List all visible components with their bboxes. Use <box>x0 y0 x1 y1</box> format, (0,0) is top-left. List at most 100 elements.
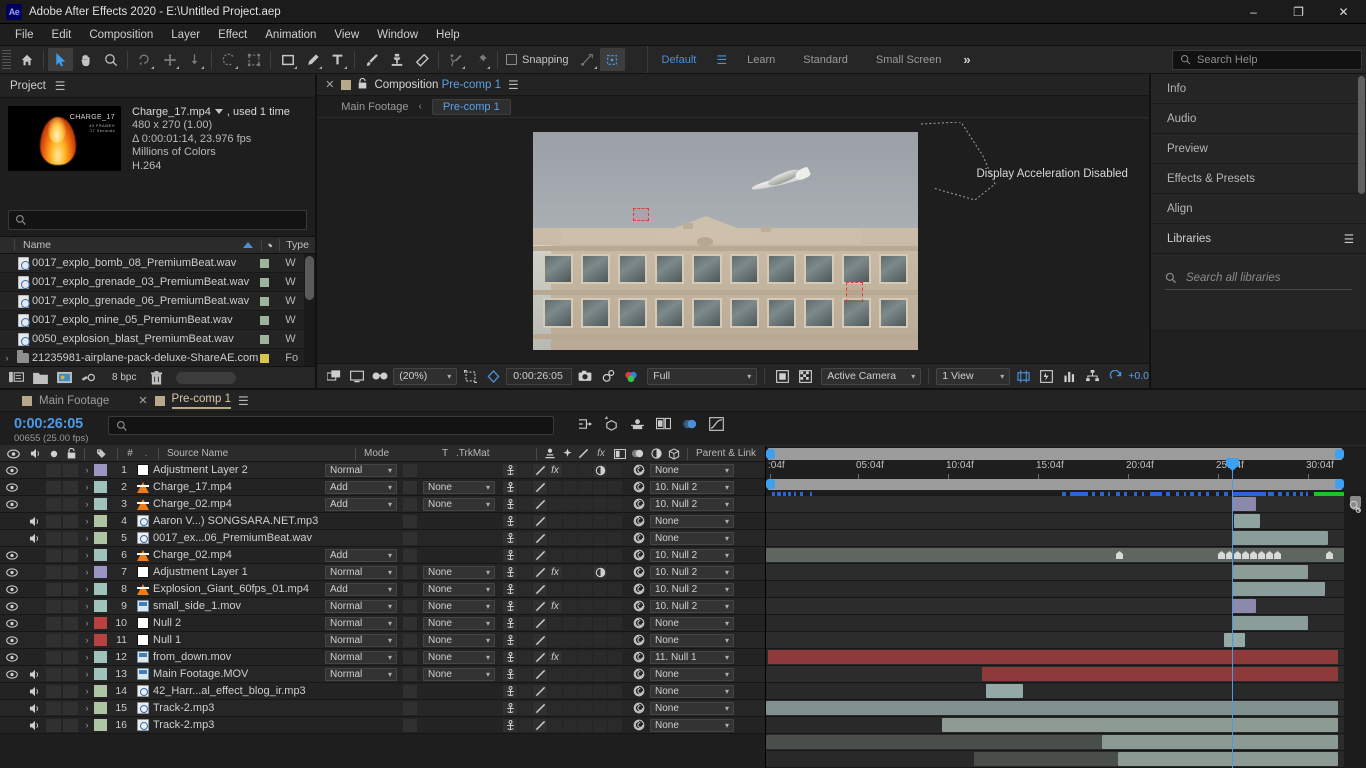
motion-blur-switch[interactable] <box>578 582 592 596</box>
timeline-ruler[interactable]: :04f05:04f10:04f15:04f20:04f25:04f30:04f <box>766 446 1366 492</box>
motion-blur-icon[interactable] <box>682 417 698 431</box>
quality-switch[interactable] <box>533 463 547 477</box>
parent-pickwhip[interactable] <box>628 481 650 493</box>
timeline-track-row[interactable] <box>766 615 1344 632</box>
adjustment-switch[interactable] <box>593 514 607 528</box>
exposure-value[interactable]: +0.0 <box>1128 370 1149 382</box>
preserve-transparency-toggle[interactable] <box>403 599 417 613</box>
item-label-swatch[interactable] <box>260 277 270 287</box>
effects-switch[interactable] <box>548 582 562 596</box>
layer-label-swatch[interactable] <box>94 566 107 578</box>
layer-label-swatch[interactable] <box>94 549 107 561</box>
layer-switches[interactable]: fx <box>503 565 622 579</box>
header-mode[interactable]: Mode <box>360 446 434 461</box>
three-d-switch[interactable] <box>608 718 622 732</box>
three-d-switch[interactable] <box>608 497 622 511</box>
adjustment-switch[interactable] <box>593 463 607 477</box>
layer-row[interactable]: › 15 Track-2.mp3 None ▾ <box>0 700 765 717</box>
expand-layer-arrow[interactable]: › <box>80 482 94 492</box>
lock-toggle[interactable] <box>63 701 78 715</box>
solo-toggle[interactable] <box>46 718 61 732</box>
lock-toggle[interactable] <box>63 633 78 647</box>
collapse-switch[interactable] <box>518 480 532 494</box>
panel-info[interactable]: Info <box>1150 74 1366 104</box>
audio-toggle[interactable] <box>24 533 46 544</box>
new-folder-icon[interactable] <box>30 369 50 386</box>
header-effects-icon[interactable]: fx <box>591 446 611 461</box>
track-matte-dropdown[interactable]: None ▾ <box>423 497 495 511</box>
shy-switch[interactable] <box>503 701 517 715</box>
layer-label-swatch[interactable] <box>94 634 107 646</box>
parent-pickwhip[interactable] <box>628 566 650 578</box>
solo-toggle[interactable] <box>46 548 61 562</box>
region-of-interest-icon[interactable] <box>460 367 480 385</box>
lock-toggle[interactable] <box>63 650 78 664</box>
layer-switches[interactable] <box>503 633 622 647</box>
collapse-switch[interactable] <box>518 463 532 477</box>
video-toggle[interactable] <box>0 669 24 679</box>
list-item[interactable]: 0017_explo_grenade_06_PremiumBeat.wav W <box>0 292 316 311</box>
pen-tool-icon[interactable] <box>300 48 325 71</box>
workspace-learn[interactable]: Learn <box>733 46 789 73</box>
layer-switch-overflow-icon[interactable] <box>1349 500 1363 517</box>
list-item[interactable]: 0017_explo_grenade_03_PremiumBeat.wav W <box>0 273 316 292</box>
column-label-icon[interactable] <box>261 239 279 251</box>
new-composition-icon[interactable] <box>54 369 74 386</box>
quality-switch[interactable] <box>533 565 547 579</box>
quality-switch[interactable] <box>533 633 547 647</box>
layer-row[interactable]: › 8 Explosion_Giant_60fps_01.mp4 Add ▾ None ▾ 1… <box>0 581 765 598</box>
layer-clip[interactable] <box>1233 565 1308 579</box>
layer-source-name[interactable]: 0017_ex...06_PremiumBeat.wav <box>153 532 325 544</box>
layer-source-name[interactable]: small_side_1.mov <box>153 600 325 612</box>
layer-clip-inactive[interactable] <box>974 752 1118 766</box>
blend-mode-dropdown[interactable]: Add ▾ <box>325 480 397 494</box>
transparency-grid-icon[interactable] <box>483 367 503 385</box>
track-matte-dropdown[interactable]: None ▾ <box>423 616 495 630</box>
collapse-switch[interactable] <box>518 633 532 647</box>
video-toggle[interactable] <box>0 465 24 475</box>
clone-stamp-tool-icon[interactable] <box>384 48 409 71</box>
layer-switches[interactable] <box>503 701 622 715</box>
menu-view[interactable]: View <box>325 26 368 44</box>
expand-layer-arrow[interactable]: › <box>80 720 94 730</box>
motion-blur-switch[interactable] <box>578 633 592 647</box>
track-matte-dropdown[interactable]: None ▾ <box>423 565 495 579</box>
shy-switch[interactable] <box>503 684 517 698</box>
solo-toggle[interactable] <box>46 684 61 698</box>
expand-layer-arrow[interactable]: › <box>80 703 94 713</box>
audio-toggle[interactable] <box>24 686 46 697</box>
parent-pickwhip[interactable] <box>628 651 650 663</box>
frame-blend-switch[interactable] <box>563 497 577 511</box>
timeline-track-row[interactable] <box>766 751 1344 768</box>
motion-blur-switch[interactable] <box>578 650 592 664</box>
snap-features-icon[interactable] <box>575 48 600 71</box>
preserve-transparency-toggle[interactable] <box>403 463 417 477</box>
blend-mode-dropdown[interactable]: Normal ▾ <box>325 650 397 664</box>
shy-switch[interactable] <box>503 497 517 511</box>
three-d-switch[interactable] <box>608 599 622 613</box>
adjustment-switch[interactable] <box>593 480 607 494</box>
solo-toggle[interactable] <box>46 701 61 715</box>
channel-rgb-icon[interactable] <box>621 367 641 385</box>
lock-icon[interactable] <box>358 77 367 92</box>
expand-layer-arrow[interactable]: › <box>80 533 94 543</box>
menu-window[interactable]: Window <box>368 26 427 44</box>
shy-switch[interactable] <box>503 565 517 579</box>
motion-blur-switch[interactable] <box>578 565 592 579</box>
quality-switch[interactable] <box>533 667 547 681</box>
header-shy-icon[interactable] <box>541 446 559 461</box>
solo-toggle[interactable] <box>46 480 61 494</box>
frame-blend-switch[interactable] <box>563 701 577 715</box>
menu-composition[interactable]: Composition <box>80 26 162 44</box>
current-time-field[interactable]: 0:00:26:05 <box>506 367 573 385</box>
zoom-start-handle[interactable] <box>766 479 775 489</box>
track-point-box-2[interactable] <box>846 282 864 302</box>
layer-label-swatch[interactable] <box>94 515 107 527</box>
video-toggle[interactable] <box>0 652 24 662</box>
layer-label-swatch[interactable] <box>94 498 107 510</box>
adjustment-switch[interactable] <box>593 701 607 715</box>
expand-layer-arrow[interactable]: › <box>80 584 94 594</box>
timeline-tab-precomp-1[interactable]: ✕ Pre-comp 1 ☰ <box>134 393 252 409</box>
layer-source-name[interactable]: Null 1 <box>153 634 325 646</box>
header-adjustment-icon[interactable] <box>647 446 665 461</box>
